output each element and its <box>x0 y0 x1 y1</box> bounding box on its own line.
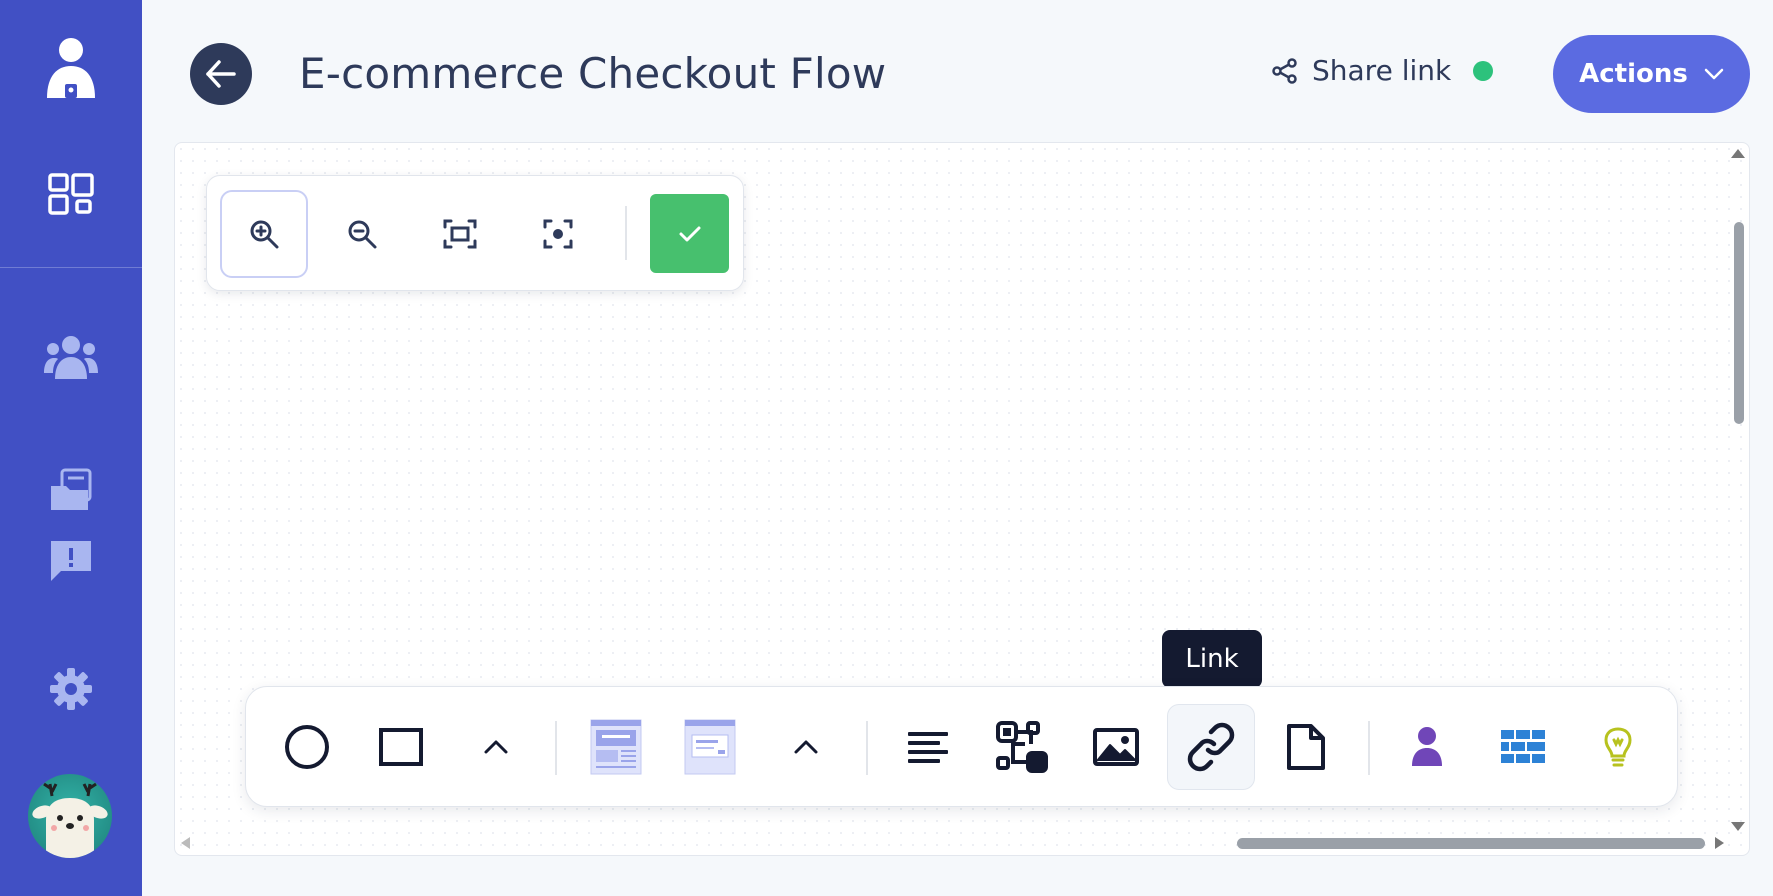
arrow-left-icon <box>206 60 236 88</box>
toolbar-separator <box>866 721 868 775</box>
share-link-label: Share link <box>1312 54 1452 87</box>
idea-tool[interactable] <box>1574 704 1662 790</box>
sidebar-item-dashboard[interactable] <box>0 166 142 222</box>
sidebar <box>0 0 142 896</box>
fit-screen-button[interactable] <box>416 190 504 278</box>
grid-table-icon <box>1501 730 1545 763</box>
page-title: E-commerce Checkout Flow <box>299 49 887 98</box>
wireframe-dialog-tool[interactable] <box>666 704 754 790</box>
circle-icon <box>285 725 329 769</box>
documents-icon <box>51 468 92 510</box>
actions-button[interactable]: Actions <box>1553 35 1750 113</box>
text-icon <box>908 732 948 763</box>
sidebar-divider <box>0 267 142 268</box>
rectangle-tool[interactable] <box>357 704 445 790</box>
chevron-down-icon <box>1704 68 1724 80</box>
text-tool[interactable] <box>884 704 972 790</box>
person-tool[interactable] <box>1383 704 1471 790</box>
flow-tool[interactable] <box>978 704 1066 790</box>
sidebar-item-team[interactable] <box>0 330 142 386</box>
check-icon <box>679 226 700 241</box>
dashboard-icon <box>48 173 94 215</box>
circle-tool[interactable] <box>263 704 351 790</box>
zoom-in-button[interactable] <box>220 190 308 278</box>
toolbar-separator <box>625 206 627 260</box>
horizontal-scrollbar[interactable] <box>1237 838 1705 849</box>
chevron-up-icon <box>794 740 818 754</box>
sidebar-item-documents[interactable] <box>0 462 142 518</box>
zoom-toolbar <box>206 175 744 291</box>
lightbulb-icon <box>1604 727 1632 767</box>
tooltip-link: Link <box>1162 630 1262 697</box>
sidebar-item-settings[interactable] <box>0 664 142 714</box>
focus-button[interactable] <box>514 190 602 278</box>
status-dot <box>1473 60 1494 81</box>
team-icon <box>44 336 98 379</box>
user-icon <box>47 38 95 98</box>
scroll-up-arrow[interactable] <box>1731 149 1745 158</box>
link-icon <box>1187 722 1235 772</box>
feedback-icon <box>51 541 91 581</box>
zoom-in-icon <box>250 220 279 249</box>
chevron-up-icon <box>484 740 508 754</box>
share-icon <box>1272 57 1297 84</box>
back-button[interactable] <box>190 43 252 105</box>
file-tool[interactable] <box>1262 704 1350 790</box>
zoom-out-icon <box>348 220 377 249</box>
zoom-out-button[interactable] <box>318 190 406 278</box>
wireframe-page-icon <box>590 719 642 775</box>
scroll-left-arrow[interactable] <box>181 837 190 849</box>
fit-screen-icon <box>443 219 477 249</box>
sidebar-item-feedback[interactable] <box>0 532 142 590</box>
shapes-more-button[interactable] <box>452 704 540 790</box>
scroll-down-arrow[interactable] <box>1731 822 1745 831</box>
settings-icon <box>50 668 92 710</box>
vertical-scrollbar[interactable] <box>1734 222 1744 424</box>
avatar[interactable] <box>28 774 112 858</box>
confirm-button[interactable] <box>650 194 729 273</box>
share-link-button[interactable]: Share link <box>1272 54 1494 87</box>
deer-avatar-icon <box>32 782 108 858</box>
toolbar-separator <box>1368 721 1370 775</box>
toolbar-separator <box>555 721 557 775</box>
scroll-right-arrow[interactable] <box>1715 837 1724 849</box>
link-tool[interactable] <box>1167 704 1255 790</box>
table-tool[interactable] <box>1479 704 1567 790</box>
focus-icon <box>543 219 573 249</box>
wireframes-more-button[interactable] <box>762 704 850 790</box>
wireframe-dialog-icon <box>684 719 736 775</box>
shapes-toolbar <box>245 686 1678 807</box>
rectangle-icon <box>379 728 423 766</box>
actions-label: Actions <box>1579 59 1688 89</box>
person-icon <box>1412 727 1442 766</box>
image-icon <box>1093 728 1139 766</box>
image-tool[interactable] <box>1072 704 1160 790</box>
file-icon <box>1287 724 1325 770</box>
sidebar-item-profile[interactable] <box>0 34 142 104</box>
wireframe-page-tool[interactable] <box>572 704 660 790</box>
flow-icon <box>996 721 1048 773</box>
